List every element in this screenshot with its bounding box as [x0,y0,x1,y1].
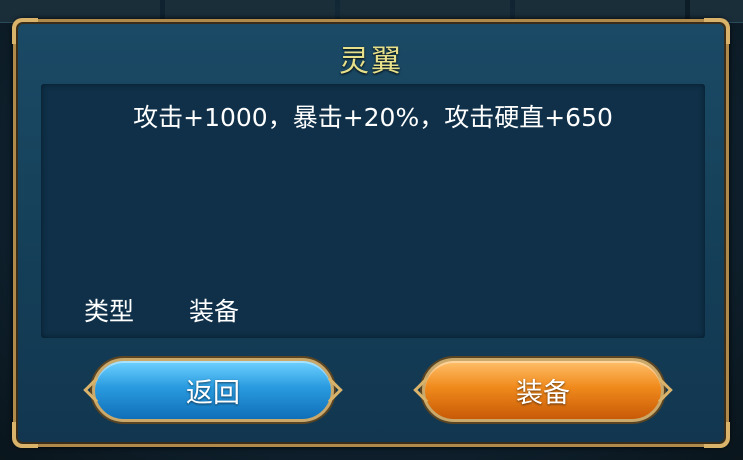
button-ornament-right [317,377,343,403]
item-type-label: 类型 [84,297,135,326]
item-type-value: 装备 [189,297,240,326]
dialog-title: 灵翼 [339,44,403,79]
item-stats-description: 攻击+1000，暴击+20%，攻击硬直+650 [133,103,613,132]
equip-button-label: 装备 [516,377,570,409]
button-ornament-right [647,377,673,403]
back-button-label: 返回 [186,377,240,409]
item-detail-dialog: 灵翼 攻击+1000，暴击+20%，攻击硬直+650 类型 装备 返回 装备 [12,18,730,448]
button-ornament-left [83,377,109,403]
button-ornament-left [413,377,439,403]
back-button[interactable]: 返回 [83,358,343,422]
equip-button[interactable]: 装备 [413,358,673,422]
item-info-box: 攻击+1000，暴击+20%，攻击硬直+650 类型 装备 [41,84,705,338]
frame-corner-ornament [704,422,730,448]
frame-corner-ornament [12,422,38,448]
